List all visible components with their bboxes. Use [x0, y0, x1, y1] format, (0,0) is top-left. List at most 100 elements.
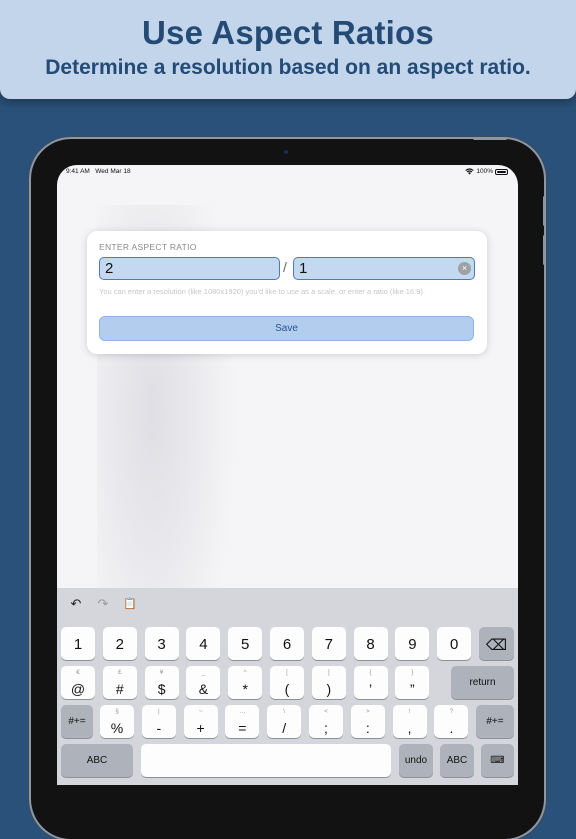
key-symbol[interactable]: <;: [309, 705, 343, 738]
height-ratio-input[interactable]: 1 ×: [293, 257, 475, 280]
key-symbol[interactable]: !,: [392, 705, 427, 738]
key-0[interactable]: 0: [437, 627, 472, 660]
key-alt-label: ~: [198, 708, 203, 715]
key-symbol[interactable]: ^ *: [228, 666, 263, 699]
undo-key[interactable]: undo: [399, 744, 433, 777]
top-button: [473, 137, 507, 140]
abc-key-right[interactable]: ABC: [440, 744, 474, 777]
key-4[interactable]: 4: [186, 627, 221, 660]
key-label: %: [110, 720, 124, 736]
dismiss-keyboard-key[interactable]: ⌨: [481, 744, 514, 777]
space-key[interactable]: [141, 744, 391, 777]
key-9[interactable]: 9: [395, 627, 430, 660]
key-6[interactable]: 6: [270, 627, 304, 660]
key-alt-label: }: [411, 669, 414, 676]
key-symbol[interactable]: {’: [353, 666, 388, 699]
key-symbol[interactable]: … =: [225, 705, 260, 738]
key-symbol[interactable]: }”: [395, 666, 430, 699]
key-label: 0: [450, 636, 459, 653]
save-button[interactable]: Save: [99, 316, 474, 341]
key-3[interactable]: 3: [144, 627, 179, 660]
width-ratio-input[interactable]: 2: [99, 257, 280, 280]
key-alt-label: >: [365, 708, 370, 715]
status-time: 9:41 AM Wed Mar 18: [66, 168, 131, 175]
key-label: @: [70, 681, 86, 697]
shift-symbols-key-right[interactable]: #+=: [476, 705, 514, 738]
key-symbol[interactable]: §%: [100, 705, 134, 738]
ipad-screen: 9:41 AM Wed Mar 18 100% ENTER ASPECT RAT…: [57, 165, 518, 785]
key-label: 5: [241, 636, 250, 653]
key-symbol[interactable]: ]): [311, 666, 346, 699]
key-2[interactable]: 2: [102, 627, 137, 660]
undo-icon[interactable]: ↶: [69, 597, 83, 611]
status-bar: 9:41 AM Wed Mar 18 100%: [57, 168, 518, 180]
key-label: 4: [199, 636, 208, 653]
wifi-icon: [465, 168, 475, 175]
key-alt-label: [: [286, 669, 288, 676]
key-1[interactable]: 1: [61, 627, 95, 660]
banner-subtitle: Determine a resolution based on an aspec…: [45, 56, 531, 79]
key-symbol[interactable]: € @: [61, 666, 95, 699]
key-symbol[interactable]: \ /: [267, 705, 302, 738]
key-label: ⌨: [490, 755, 505, 766]
key-alt-label: …: [239, 708, 246, 715]
redo-icon[interactable]: ↷: [96, 597, 110, 611]
key-label: undo: [404, 755, 428, 766]
key-8[interactable]: 8: [353, 627, 388, 660]
key-label: 2: [115, 636, 124, 653]
key-alt-label: \: [283, 708, 286, 715]
key-label: ABC: [446, 755, 468, 766]
key-alt-label: ?: [449, 708, 454, 715]
key-label: (: [284, 681, 290, 697]
key-label: ): [326, 681, 332, 697]
key-alt-label: _: [201, 669, 206, 676]
key-alt-label: !: [408, 708, 411, 715]
clear-icon[interactable]: ×: [458, 262, 471, 275]
return-key[interactable]: return: [451, 666, 514, 699]
key-symbol[interactable]: ¥ $: [144, 666, 179, 699]
key-label: ;: [324, 720, 328, 736]
key-label: =: [238, 720, 247, 736]
delete-key[interactable]: ⌫: [479, 627, 514, 660]
key-label: #: [115, 681, 124, 697]
key-label: ”: [410, 681, 415, 697]
ratio-separator: /: [283, 259, 287, 275]
key-5[interactable]: 5: [228, 627, 263, 660]
key-alt-label: {: [369, 669, 372, 676]
abc-key[interactable]: ABC: [61, 744, 133, 777]
key-symbol[interactable]: £ #: [102, 666, 137, 699]
keyboard-toolbar: ↶ ↷ 📋: [57, 588, 518, 622]
key-label: $: [157, 681, 166, 697]
keyboard: ↶ ↷ 📋 1 2 3 4 5 6 7 8 9 0 ⌫ € @ £ # ¥ $ _ & ^ *[(]){’}” retur…: [57, 588, 518, 785]
key-alt-label: ¥: [159, 669, 164, 676]
paste-icon[interactable]: 📋: [123, 597, 137, 611]
camera-icon: [284, 150, 288, 154]
key-label: ⌫: [485, 637, 508, 654]
volume-down-button: [543, 235, 546, 265]
key-7[interactable]: 7: [311, 627, 346, 660]
key-symbol[interactable]: _ &: [186, 666, 221, 699]
key-label: +: [196, 720, 205, 736]
key-label: *: [242, 681, 248, 697]
battery-icon: [495, 168, 508, 175]
banner-title: Use Aspect Ratios: [142, 14, 434, 51]
key-alt-label: |: [157, 708, 160, 715]
volume-up-button: [543, 196, 546, 226]
battery-percent: 100%: [476, 168, 493, 175]
key-alt-label: <: [324, 708, 328, 715]
key-symbol[interactable]: [(: [270, 666, 304, 699]
key-label: -: [156, 720, 162, 736]
key-label: 7: [324, 636, 333, 653]
width-ratio-value: 2: [105, 260, 114, 277]
key-label: /: [282, 720, 287, 736]
key-symbol[interactable]: | -: [141, 705, 176, 738]
key-alt-label: £: [117, 669, 122, 676]
aspect-ratio-dialog: ENTER ASPECT RATIO 2 / 1 × You can enter…: [87, 231, 487, 354]
key-symbol[interactable]: >:: [350, 705, 385, 738]
key-symbol[interactable]: ?.: [434, 705, 469, 738]
key-label: #+=: [486, 716, 504, 727]
key-label: 9: [408, 636, 417, 653]
key-symbol[interactable]: ~ +: [183, 705, 218, 738]
shift-symbols-key[interactable]: #+=: [61, 705, 93, 738]
promo-banner: Use Aspect Ratios Determine a resolution…: [0, 0, 576, 99]
